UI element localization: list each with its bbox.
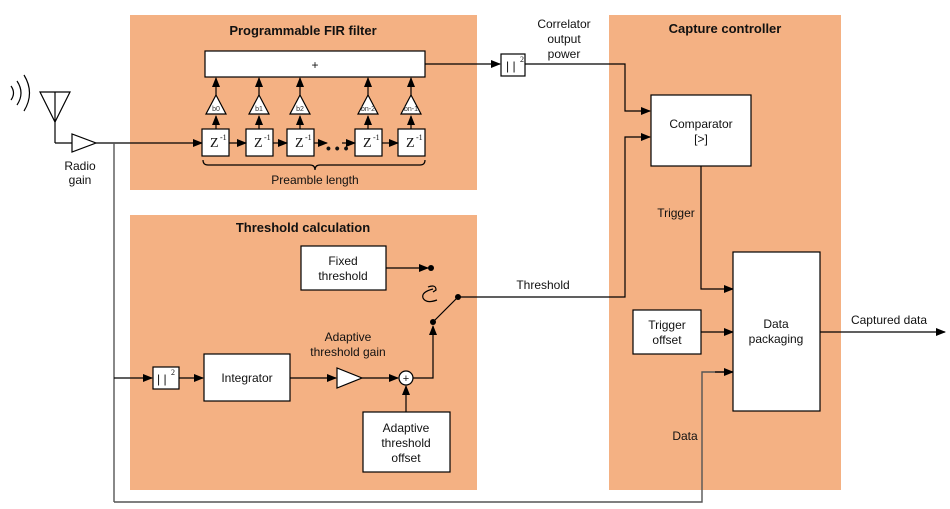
trigger-offset-label-line1: Trigger xyxy=(648,318,686,332)
preamble-length-label: Preamble length xyxy=(271,173,358,187)
radio-gain-amplifier xyxy=(71,133,98,153)
capture-controller-title: Capture controller xyxy=(669,21,782,36)
delay-element: Z -1 xyxy=(397,128,426,157)
block-diagram: Programmable FIR filter Threshold calcul… xyxy=(10,15,946,503)
trigger-offset-block xyxy=(632,309,702,355)
radio-gain-label-line1: Radio xyxy=(64,159,96,173)
delay-element: Z -1 xyxy=(245,128,274,157)
correlator-label-line2: output xyxy=(547,32,581,46)
fir-summer-symbol: + xyxy=(311,58,318,72)
svg-text:-1: -1 xyxy=(264,133,271,142)
threshold-label: Threshold xyxy=(516,278,569,292)
svg-text:-1: -1 xyxy=(416,133,423,142)
abs-squared-exponent-2: 2 xyxy=(171,368,175,377)
integrator-label: Integrator xyxy=(221,371,272,385)
svg-text:Z: Z xyxy=(254,136,263,151)
svg-text:-1: -1 xyxy=(220,133,227,142)
svg-text:Z: Z xyxy=(406,136,415,151)
data-packaging-label-line2: packaging xyxy=(749,332,804,346)
svg-text:b0: b0 xyxy=(212,106,220,113)
adaptive-offset-label-line3: offset xyxy=(391,451,421,465)
radio-waves-icon xyxy=(10,74,31,112)
fixed-threshold-label-line2: threshold xyxy=(318,269,367,283)
captured-data-label: Captured data xyxy=(851,313,927,327)
trigger-offset-label-line2: offset xyxy=(652,333,682,347)
correlator-label-line3: power xyxy=(548,47,581,61)
fixed-threshold-label-line1: Fixed xyxy=(328,254,357,268)
adaptive-offset-label-line2: threshold xyxy=(381,436,430,450)
fixed-threshold-block xyxy=(300,245,387,291)
abs-squared-exponent: 2 xyxy=(520,55,524,64)
abs-squared-symbol: | | xyxy=(506,59,516,73)
svg-text:Z: Z xyxy=(210,136,219,151)
comparator-operator: [>] xyxy=(694,132,708,146)
adder-symbol: + xyxy=(403,373,409,385)
svg-text:-1: -1 xyxy=(373,133,380,142)
correlator-label-line1: Correlator xyxy=(537,17,590,31)
svg-text:Z: Z xyxy=(363,136,372,151)
svg-text:bn-2: bn-2 xyxy=(361,106,375,113)
comparator-label: Comparator xyxy=(669,117,732,131)
trigger-label: Trigger xyxy=(657,206,695,220)
delay-element: Z -1 xyxy=(201,128,230,157)
data-label: Data xyxy=(672,429,698,443)
antenna-icon xyxy=(39,91,72,144)
abs-squared-symbol-2: | | xyxy=(157,372,167,386)
threshold-calculation-title: Threshold calculation xyxy=(236,220,370,235)
adaptive-gain-label-line2: threshold gain xyxy=(310,345,385,359)
delay-element: Z -1 xyxy=(354,128,383,157)
svg-text:bn-1: bn-1 xyxy=(404,106,418,113)
data-packaging-label-line1: Data xyxy=(763,317,789,331)
svg-text:Z: Z xyxy=(295,136,304,151)
delay-element: Z -1 xyxy=(286,128,315,157)
svg-text:b1: b1 xyxy=(255,106,263,113)
radio-gain-label-line2: gain xyxy=(69,173,92,187)
svg-text:-1: -1 xyxy=(305,133,312,142)
svg-text:b2: b2 xyxy=(296,106,304,113)
adaptive-offset-label-line1: Adaptive xyxy=(383,421,430,435)
fir-filter-title: Programmable FIR filter xyxy=(229,23,376,38)
adaptive-gain-label-line1: Adaptive xyxy=(325,330,372,344)
